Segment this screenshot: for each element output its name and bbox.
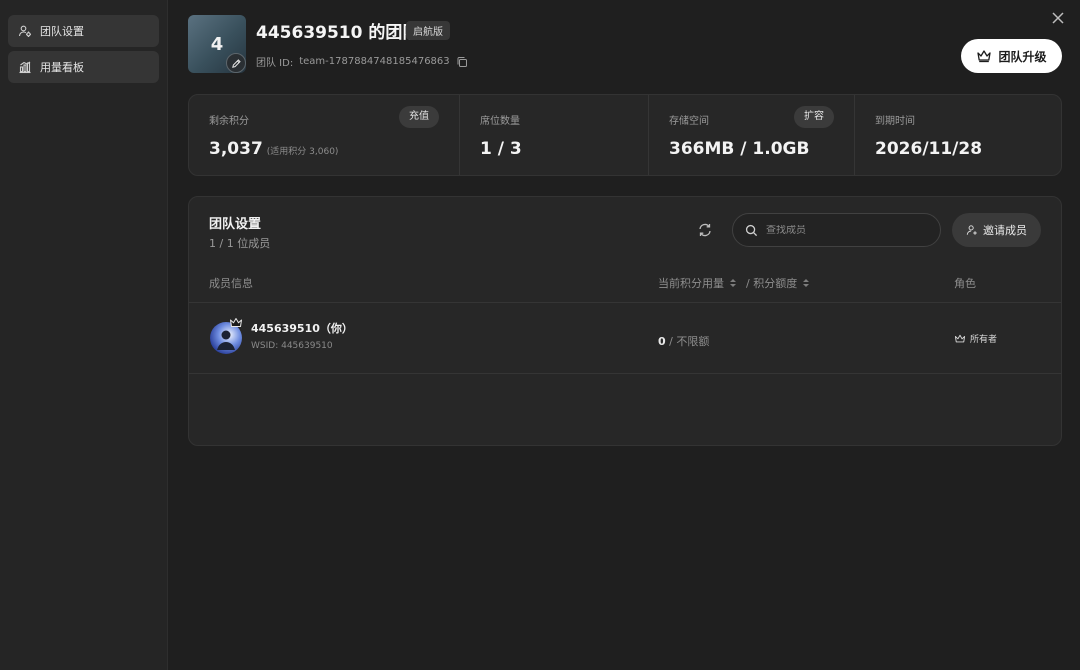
owner-crown-icon	[230, 318, 242, 327]
sidebar-item-label: 团队设置	[40, 25, 84, 38]
sort-icon[interactable]	[802, 278, 810, 288]
team-header: 4 445639510 的团队 启航版 团队 ID: team-17878847…	[188, 15, 1062, 75]
stat-seats: 席位数量 1 / 3	[460, 95, 649, 175]
stat-value: 3,037 (适用积分 3,060)	[209, 139, 439, 159]
pencil-icon	[231, 58, 241, 68]
usage-value: 0	[658, 335, 666, 348]
stat-label: 到期时间	[875, 116, 915, 127]
usage-chart-icon	[19, 61, 31, 74]
stat-storage: 存储空间 366MB / 1.0GB 扩容	[649, 95, 855, 175]
column-member-info: 成员信息	[209, 277, 253, 290]
members-title: 团队设置	[209, 217, 262, 232]
credits-value: 3,037	[209, 139, 263, 159]
storage-value: 366MB / 1.0GB	[669, 139, 810, 159]
seats-value: 1 / 3	[480, 139, 522, 159]
credits-sub: (适用积分 3,060)	[266, 147, 339, 157]
copy-icon[interactable]	[456, 56, 468, 68]
search-input[interactable]	[766, 224, 928, 236]
members-count: 1 / 1 位成员	[209, 237, 271, 250]
team-id: 团队 ID: team-1787884748185476863	[256, 54, 468, 69]
refresh-icon[interactable]	[697, 222, 713, 238]
team-name: 445639510 的团队	[256, 23, 420, 43]
edit-avatar-button[interactable]	[226, 53, 246, 73]
team-id-label: 团队 ID:	[256, 58, 294, 69]
member-wsid: WSID: 445639510	[251, 341, 333, 351]
team-settings-icon	[18, 25, 31, 37]
members-panel: 团队设置 1 / 1 位成员 邀请成员 成员信息 当前积分用量 / 积分额度 角…	[188, 196, 1062, 446]
crown-icon	[954, 334, 966, 342]
stat-label: 席位数量	[480, 116, 520, 127]
stat-credits: 剩余积分 3,037 (适用积分 3,060) 充值	[189, 95, 460, 175]
expiry-value: 2026/11/28	[875, 139, 983, 159]
role-label: 所有者	[970, 335, 998, 345]
team-id-value: team-1787884748185476863	[299, 56, 450, 67]
stats-panel: 剩余积分 3,037 (适用积分 3,060) 充值 席位数量 1 / 3 存储空…	[188, 94, 1062, 176]
members-table-header: 成员信息 当前积分用量 / 积分额度 角色	[189, 263, 1061, 303]
quota-value: / 不限额	[669, 335, 710, 348]
sidebar-item-usage-dashboard[interactable]: 用量看板	[8, 51, 159, 83]
column-role: 角色	[954, 277, 976, 290]
recharge-button[interactable]: 充值	[399, 106, 439, 128]
member-usage: 0 / 不限额	[658, 333, 709, 349]
invite-member-button[interactable]: 邀请成员	[952, 213, 1041, 247]
sort-icon[interactable]	[729, 278, 737, 288]
column-usage-label: 当前积分用量	[658, 277, 724, 290]
crown-icon	[977, 50, 992, 63]
table-row[interactable]: 445639510（你） WSID: 445639510 0 / 不限额 所有者	[189, 303, 1061, 374]
sidebar: 团队设置 用量看板	[0, 0, 168, 670]
member-name: 445639510（你）	[251, 322, 353, 335]
plan-badge: 启航版	[406, 21, 450, 40]
column-quota-label: / 积分额度	[746, 277, 798, 290]
search-icon	[745, 224, 758, 236]
invite-member-label: 邀请成员	[983, 224, 1027, 237]
member-role: 所有者	[954, 332, 997, 345]
team-upgrade-button[interactable]: 团队升级	[961, 39, 1062, 73]
expand-storage-button[interactable]: 扩容	[794, 106, 834, 128]
search-box[interactable]	[732, 213, 941, 247]
team-avatar-text: 4	[210, 33, 224, 55]
column-usage[interactable]: 当前积分用量 / 积分额度	[658, 275, 810, 291]
sidebar-item-label: 用量看板	[40, 61, 84, 74]
sidebar-item-team-settings[interactable]: 团队设置	[8, 15, 159, 47]
add-user-icon	[966, 225, 977, 235]
team-upgrade-label: 团队升级	[998, 49, 1047, 64]
stat-expiry: 到期时间 2026/11/28	[855, 95, 1061, 175]
